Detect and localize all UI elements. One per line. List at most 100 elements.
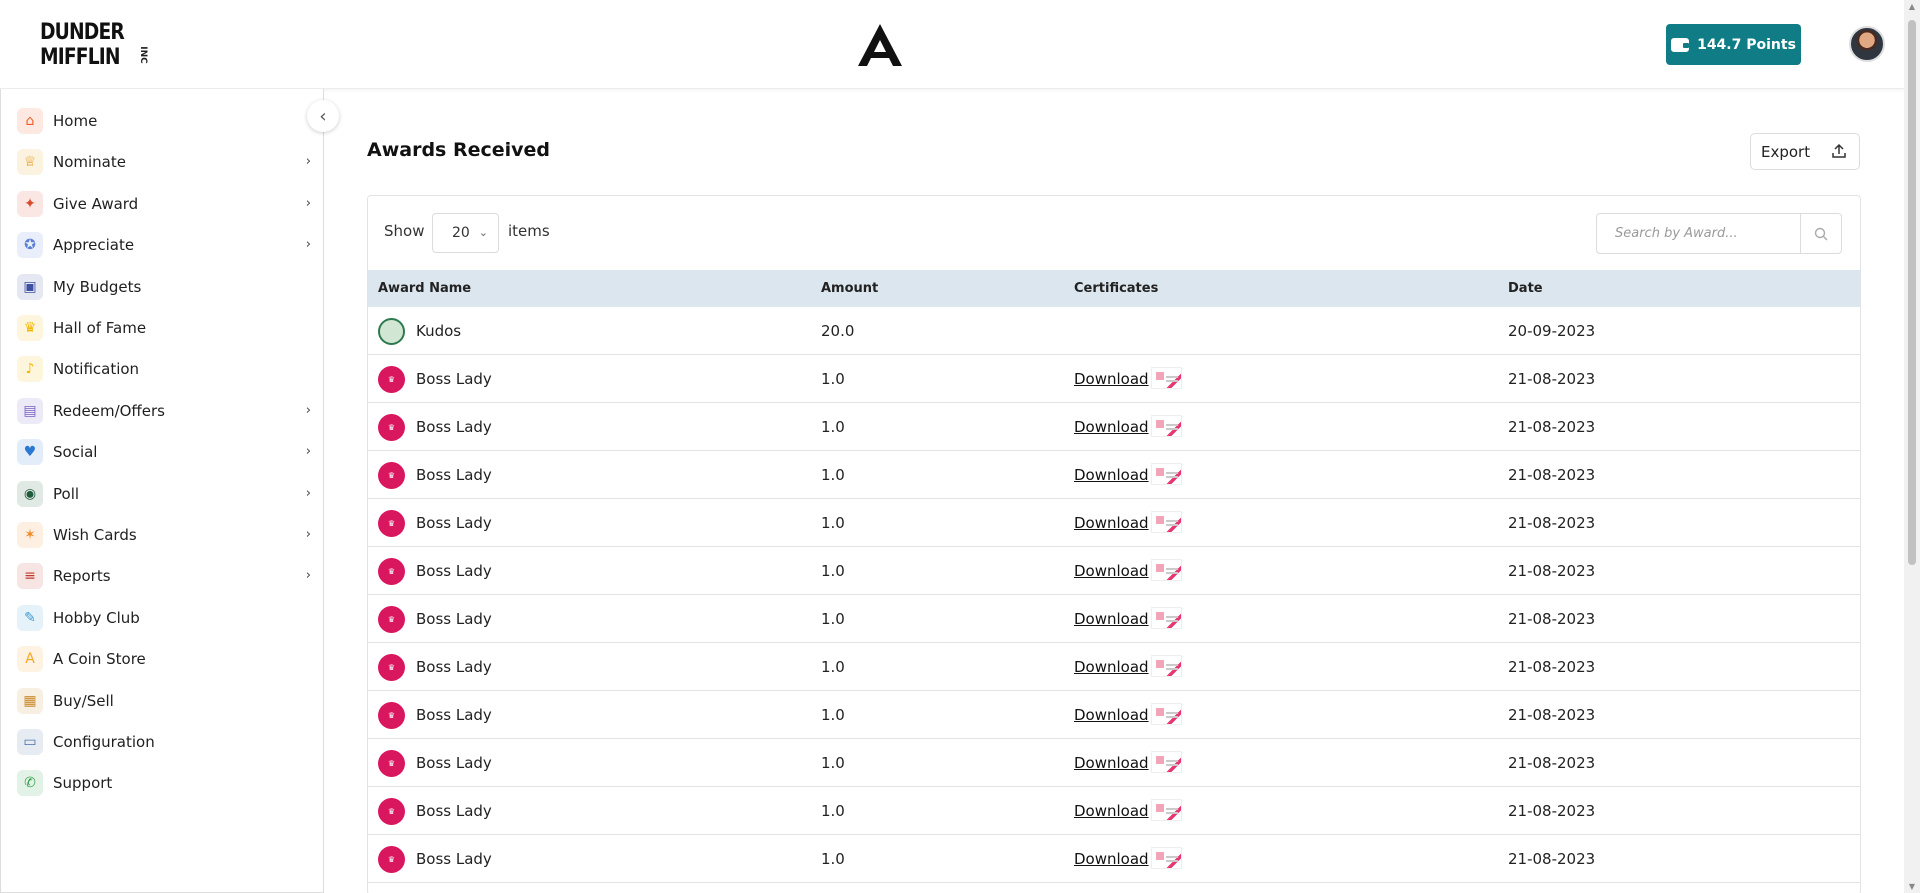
clipboard-icon: ≡ bbox=[17, 563, 43, 590]
sidebar-item-label: Nominate bbox=[53, 153, 126, 172]
award-name-cell: Boss Lady bbox=[416, 802, 492, 820]
sidebar-item-appreciate[interactable]: ✪ Appreciate › bbox=[17, 229, 317, 261]
medal-icon: ✪ bbox=[17, 232, 43, 259]
download-certificate-link[interactable]: Download bbox=[1074, 658, 1149, 676]
download-certificate-link[interactable]: Download bbox=[1074, 514, 1149, 532]
sidebar-item-reports[interactable]: ≡ Reports › bbox=[17, 560, 317, 592]
certificate-thumbnail[interactable] bbox=[1151, 415, 1182, 437]
download-certificate-link[interactable]: Download bbox=[1074, 370, 1149, 388]
column-certificates[interactable]: Certificates bbox=[1074, 281, 1158, 296]
points-balance-button[interactable]: 144.7 Points bbox=[1666, 24, 1801, 65]
user-avatar[interactable] bbox=[1849, 26, 1885, 62]
date-cell: 21-08-2023 bbox=[1508, 850, 1596, 868]
download-certificate-link[interactable]: Download bbox=[1074, 562, 1149, 580]
download-certificate-link[interactable]: Download bbox=[1074, 850, 1149, 868]
kudos-badge-icon bbox=[378, 318, 405, 345]
download-certificate-link[interactable]: Download bbox=[1074, 610, 1149, 628]
table-row: ♛ Boss Lady 1.0 Download 21-08-2023 bbox=[368, 499, 1860, 547]
date-cell: 20-09-2023 bbox=[1508, 322, 1596, 340]
column-amount[interactable]: Amount bbox=[821, 281, 878, 296]
table-row: ♛ Boss Lady 1.0 Download 21-08-2023 bbox=[368, 595, 1860, 643]
company-logo[interactable]: DUNDER MIFFLIN INC bbox=[40, 20, 148, 72]
boss-lady-badge-icon: ♛ bbox=[378, 510, 405, 537]
scrollbar-thumb[interactable] bbox=[1908, 20, 1916, 565]
items-label: items bbox=[508, 222, 550, 240]
sidebar-item-label: Hall of Fame bbox=[53, 319, 147, 337]
sidebar-item-support[interactable]: ✆ Support bbox=[17, 767, 317, 799]
boss-lady-badge-icon: ♛ bbox=[378, 846, 405, 873]
sidebar-item-label: Appreciate bbox=[53, 236, 135, 255]
table-row: ♛ Boss Lady 1.0 Download 21-08-2023 bbox=[368, 547, 1860, 595]
amount-cell: 1.0 bbox=[821, 466, 845, 484]
page-size-select[interactable]: 20 ⌄ bbox=[432, 213, 499, 253]
download-certificate-link[interactable]: Download bbox=[1074, 418, 1149, 436]
search-button[interactable] bbox=[1800, 213, 1842, 254]
home-icon: ⌂ bbox=[17, 108, 43, 134]
download-certificate-link[interactable]: Download bbox=[1074, 802, 1149, 820]
certificate-thumbnail[interactable] bbox=[1151, 655, 1182, 677]
sidebar-item-hobby-club[interactable]: ✎ Hobby Club bbox=[17, 602, 317, 634]
column-award-name[interactable]: Award Name bbox=[378, 281, 471, 296]
collapse-sidebar-button[interactable]: ‹ bbox=[307, 100, 339, 132]
sidebar-item-buy-sell[interactable]: ▦ Buy/Sell bbox=[17, 685, 317, 717]
amount-cell: 20.0 bbox=[821, 322, 855, 340]
sidebar-item-a-coin-store[interactable]: A A Coin Store bbox=[17, 643, 317, 675]
certificate-thumbnail[interactable] bbox=[1151, 511, 1182, 533]
palette-icon: ✎ bbox=[17, 604, 43, 631]
export-button[interactable]: Export bbox=[1750, 133, 1860, 170]
sidebar-item-nominate[interactable]: ♕ Nominate › bbox=[17, 146, 317, 178]
download-certificate-link[interactable]: Download bbox=[1074, 706, 1149, 724]
column-date[interactable]: Date bbox=[1508, 281, 1543, 296]
sidebar-item-configuration[interactable]: ▭ Configuration bbox=[17, 726, 317, 758]
chevron-down-icon: ⌄ bbox=[478, 226, 488, 239]
certificate-thumbnail[interactable] bbox=[1151, 367, 1182, 389]
award-name-cell: Boss Lady bbox=[416, 418, 492, 436]
trophy-icon: ♕ bbox=[17, 149, 43, 176]
table-row: ♛ Boss Lady 1.0 Download 21-08-2023 bbox=[368, 787, 1860, 835]
certificate-thumbnail[interactable] bbox=[1151, 799, 1182, 821]
sidebar-item-hall-of-fame[interactable]: ♛ Hall of Fame bbox=[17, 312, 317, 344]
sidebar-item-home[interactable]: ⌂ Home bbox=[17, 105, 317, 137]
award-name-cell: Boss Lady bbox=[416, 658, 492, 676]
chevron-right-icon: › bbox=[305, 237, 311, 253]
sidebar: ⌂ Home ♕ Nominate › ✦ Give Award › ✪ Appreciate › ▣… bbox=[0, 89, 324, 893]
certificate-thumbnail[interactable] bbox=[1151, 607, 1182, 629]
sidebar-item-give-award[interactable]: ✦ Give Award › bbox=[17, 188, 317, 220]
certificate-thumbnail[interactable] bbox=[1151, 751, 1182, 773]
date-cell: 21-08-2023 bbox=[1508, 370, 1596, 388]
table-row: ♛ Boss Lady 1.0 Download 21-08-2023 bbox=[368, 403, 1860, 451]
like-icon: ♥ bbox=[17, 439, 43, 466]
chevron-right-icon: › bbox=[305, 444, 311, 460]
search-award-input[interactable] bbox=[1596, 213, 1808, 254]
certificate-thumbnail[interactable] bbox=[1151, 703, 1182, 725]
boss-lady-badge-icon: ♛ bbox=[378, 654, 405, 681]
award-name-cell: Boss Lady bbox=[416, 610, 492, 628]
sidebar-item-label: Home bbox=[53, 112, 98, 130]
sidebar-item-wish-cards[interactable]: ✶ Wish Cards › bbox=[17, 519, 317, 551]
table-row: ♛ Boss Lady 1.0 Download 21-08-2023 bbox=[368, 355, 1860, 403]
table-row: ♛ Boss Lady 1.0 Download 21-08-2023 bbox=[368, 451, 1860, 499]
table-header: Award Name Amount Certificates Date bbox=[368, 270, 1860, 307]
certificate-thumbnail[interactable] bbox=[1151, 463, 1182, 485]
page-title: Awards Received bbox=[367, 139, 551, 161]
sidebar-item-notification[interactable]: ♪ Notification bbox=[17, 353, 317, 385]
brand-logo-icon[interactable] bbox=[855, 22, 905, 68]
sidebar-item-poll[interactable]: ◉ Poll › bbox=[17, 478, 317, 510]
scroll-down-icon[interactable]: ▼ bbox=[1908, 882, 1916, 891]
scroll-up-icon[interactable]: ▲ bbox=[1908, 2, 1916, 11]
logo-line-2: MIFFLIN bbox=[40, 45, 121, 70]
sidebar-item-social[interactable]: ♥ Social › bbox=[17, 436, 317, 468]
top-header: DUNDER MIFFLIN INC 144.7 Points bbox=[0, 0, 1904, 89]
download-certificate-link[interactable]: Download bbox=[1074, 466, 1149, 484]
certificate-thumbnail[interactable] bbox=[1151, 847, 1182, 869]
search-icon bbox=[1814, 227, 1828, 240]
page-scrollbar[interactable]: ▲ ▼ bbox=[1904, 0, 1920, 893]
sidebar-item-my-budgets[interactable]: ▣ My Budgets bbox=[17, 271, 317, 303]
sidebar-item-redeem-offers[interactable]: ▤ Redeem/Offers › bbox=[17, 395, 317, 427]
chevron-right-icon: › bbox=[305, 154, 311, 170]
logo-suffix: INC bbox=[137, 46, 148, 64]
certificate-thumbnail[interactable] bbox=[1151, 559, 1182, 581]
show-label: Show bbox=[384, 222, 425, 240]
award-name-cell: Kudos bbox=[416, 322, 462, 340]
download-certificate-link[interactable]: Download bbox=[1074, 754, 1149, 772]
